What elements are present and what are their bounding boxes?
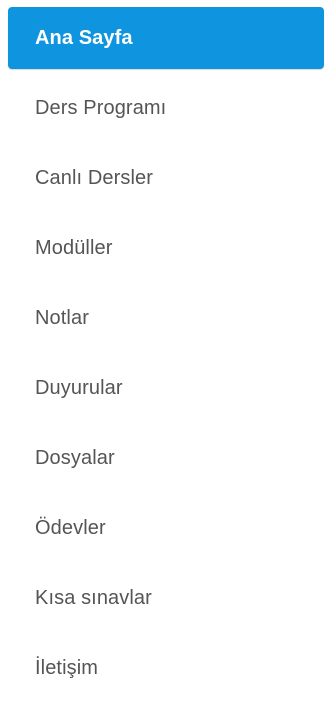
nav-item-odevler[interactable]: Ödevler <box>8 497 324 567</box>
nav-item-ana-sayfa[interactable]: Ana Sayfa <box>8 7 324 69</box>
nav-item-kisa-sinavlar[interactable]: Kısa sınavlar <box>8 567 324 637</box>
nav-item-ders-programi[interactable]: Ders Programı <box>8 77 324 147</box>
course-navigation-menu: Ana Sayfa Ders Programı Canlı Dersler Mo… <box>0 0 325 691</box>
nav-item-duyurular[interactable]: Duyurular <box>8 357 324 427</box>
nav-item-canli-dersler[interactable]: Canlı Dersler <box>8 147 324 217</box>
nav-item-notlar[interactable]: Notlar <box>8 287 324 357</box>
nav-item-dosyalar[interactable]: Dosyalar <box>8 427 324 497</box>
nav-item-iletisim[interactable]: İletişim <box>8 637 324 707</box>
nav-item-moduller[interactable]: Modüller <box>8 217 324 287</box>
